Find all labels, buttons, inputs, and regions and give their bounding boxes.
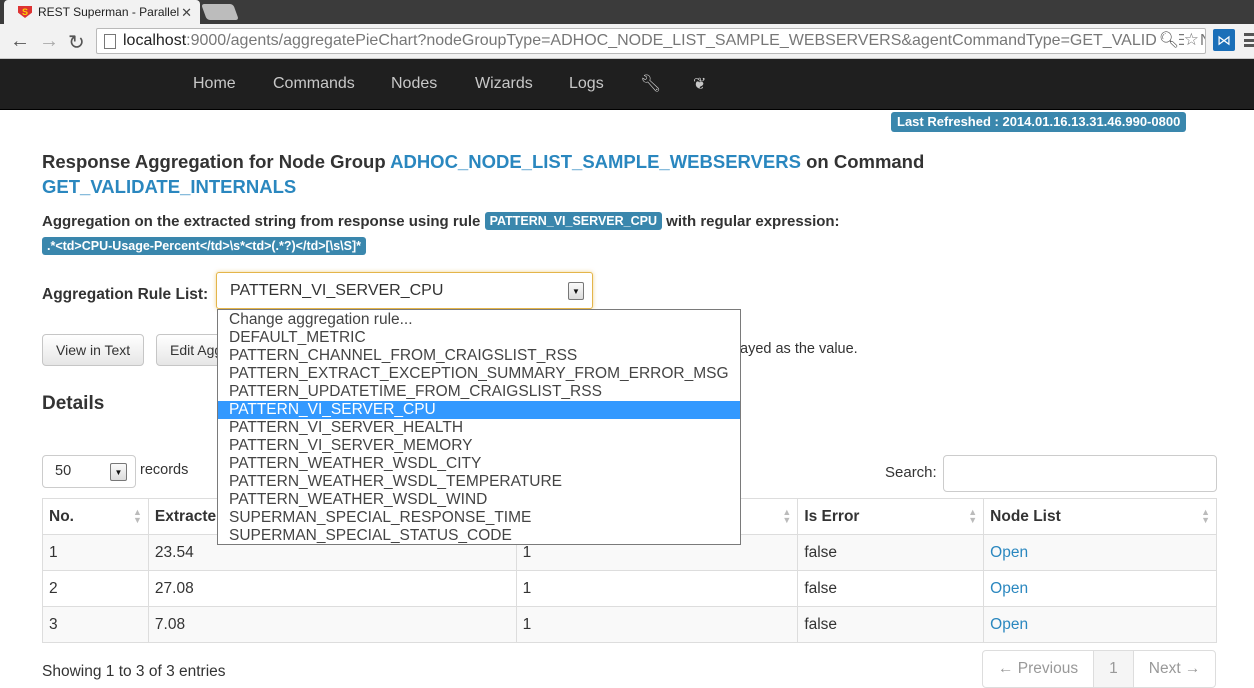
cell-is-error: false	[797, 606, 985, 643]
leaf-icon[interactable]: ❦	[693, 74, 706, 94]
sort-icon[interactable]: ▲▼	[133, 508, 142, 525]
select-arrow-icon[interactable]: ▼	[568, 282, 584, 300]
rule-list-selected-value: PATTERN_VI_SERVER_CPU	[230, 282, 444, 299]
rule-suffix: with regular expression:	[666, 213, 840, 230]
url-host: localhost	[123, 32, 187, 49]
bookmark-star-icon[interactable]: ☆	[1183, 30, 1199, 50]
rule-option[interactable]: PATTERN_WEATHER_WSDL_WIND	[218, 491, 740, 509]
records-per-page-select[interactable]: 50 ▼	[42, 455, 136, 488]
nav-commands[interactable]: Commands	[273, 75, 355, 93]
url-path: :9000/agents/aggregatePieChart?nodeGroup…	[186, 32, 1206, 49]
browser-tab-bar: S REST Superman - Parallel ✕	[0, 0, 1254, 24]
tab-title: REST Superman - Parallel	[38, 5, 180, 19]
tab-close-icon[interactable]: ✕	[181, 5, 192, 21]
view-in-text-button[interactable]: View in Text	[42, 334, 145, 366]
nav-wizards[interactable]: Wizards	[475, 75, 533, 93]
rule-option[interactable]: PATTERN_VI_SERVER_MEMORY	[218, 437, 740, 455]
column-header-no[interactable]: No. ▲ ▼	[42, 498, 149, 535]
column-header-node-list[interactable]: Node List ▲ ▼	[983, 498, 1217, 535]
wrench-icon[interactable]: 🔧︎	[640, 74, 662, 94]
pagination: ← Previous 1 Next →	[982, 650, 1217, 688]
back-arrow-icon[interactable]: ←	[10, 30, 30, 53]
rule-option[interactable]: DEFAULT_METRIC	[218, 329, 740, 347]
nav-logs[interactable]: Logs	[569, 75, 604, 93]
table-row: 2 27.08 1 false Open	[42, 570, 1217, 607]
records-per-page-value: 50	[55, 463, 72, 479]
page-icon	[104, 34, 116, 49]
description-tail: ayed as the value.	[740, 341, 858, 357]
sort-icon[interactable]: ▲▼	[782, 508, 791, 525]
page-number-button[interactable]: 1	[1094, 651, 1134, 687]
rule-name-badge: PATTERN_VI_SERVER_CPU	[484, 212, 662, 230]
rule-description: Aggregation on the extracted string from…	[42, 212, 840, 230]
rule-option[interactable]: PATTERN_WEATHER_WSDL_CITY	[218, 455, 740, 473]
last-refreshed-badge: Last Refreshed : 2014.01.16.13.31.46.990…	[891, 112, 1187, 132]
title-prefix: Response Aggregation for Node Group	[42, 151, 391, 172]
new-tab-button[interactable]	[201, 4, 239, 20]
edit-aggregation-button[interactable]: Edit Agg	[156, 334, 226, 366]
browser-tab[interactable]: S REST Superman - Parallel ✕	[4, 0, 200, 24]
rule-list-select[interactable]: PATTERN_VI_SERVER_CPU ▼	[216, 272, 593, 309]
extension-icon[interactable]: ⋈	[1213, 29, 1235, 51]
rule-option[interactable]: SUPERMAN_SPECIAL_RESPONSE_TIME	[218, 509, 740, 527]
rule-prefix: Aggregation on the extracted string from…	[42, 213, 481, 230]
cell-extracted: 27.08	[147, 570, 517, 607]
rule-option[interactable]: Change aggregation rule...	[218, 311, 740, 329]
rule-list-label: Aggregation Rule List:	[42, 286, 209, 303]
rule-option[interactable]: PATTERN_EXTRACT_EXCEPTION_SUMMARY_FROM_E…	[218, 365, 740, 383]
rule-option[interactable]: PATTERN_CHANNEL_FROM_CRAIGSLIST_RSS	[218, 347, 740, 365]
cell-is-error: false	[797, 570, 985, 607]
rule-option[interactable]: PATTERN_WEATHER_WSDL_TEMPERATURE	[218, 473, 740, 491]
open-node-list-link[interactable]: Open	[983, 570, 1217, 607]
details-heading: Details	[42, 393, 105, 414]
nav-nodes[interactable]: Nodes	[391, 75, 437, 93]
table-row: 3 7.08 1 false Open	[42, 606, 1217, 643]
search-label: Search:	[885, 464, 937, 481]
column-header-is-error[interactable]: Is Error ▲ ▼	[797, 498, 985, 535]
rule-option[interactable]: PATTERN_VI_SERVER_HEALTH	[218, 419, 740, 437]
rule-option-highlighted[interactable]: PATTERN_VI_SERVER_CPU	[218, 401, 740, 419]
regex-badge: .*<td>CPU-Usage-Percent</td>\s*<td>(.*?)…	[42, 237, 366, 255]
cell-count: 1	[515, 606, 799, 643]
cell-no: 3	[42, 606, 149, 643]
title-middle: on Command	[800, 151, 925, 172]
command-link[interactable]: GET_VALIDATE_INTERNALS	[42, 176, 296, 197]
previous-page-button[interactable]: ← Previous	[983, 651, 1095, 687]
rule-option[interactable]: SUPERMAN_SPECIAL_STATUS_CODE	[218, 527, 740, 545]
rule-list-dropdown: Change aggregation rule... DEFAULT_METRI…	[217, 309, 741, 545]
page-title: Response Aggregation for Node Group ADHO…	[42, 149, 1042, 199]
node-group-link[interactable]: ADHOC_NODE_LIST_SAMPLE_WEBSERVERS	[390, 151, 801, 172]
cell-no: 1	[42, 534, 149, 571]
length-select-arrow-icon[interactable]: ▼	[110, 463, 127, 481]
open-node-list-link[interactable]: Open	[983, 534, 1217, 571]
browser-toolbar: ← → ↻ localhost:9000/agents/aggregatePie…	[0, 24, 1254, 59]
app-navbar: Home Commands Nodes Wizards Logs 🔧︎ ❦	[0, 59, 1254, 110]
next-page-button[interactable]: Next →	[1134, 651, 1216, 687]
forward-arrow-icon[interactable]: →	[39, 30, 59, 53]
entries-info: Showing 1 to 3 of 3 entries	[42, 663, 226, 680]
browser-menu-icon[interactable]	[1244, 33, 1254, 47]
zoom-icon[interactable]: 🔍︎	[1155, 30, 1179, 50]
search-input[interactable]	[943, 455, 1217, 492]
cell-is-error: false	[797, 534, 985, 571]
sort-icon[interactable]: ▲▼	[1201, 508, 1210, 525]
cell-extracted: 7.08	[147, 606, 517, 643]
sort-icon[interactable]: ▲▼	[968, 508, 977, 525]
open-node-list-link[interactable]: Open	[983, 606, 1217, 643]
nav-home[interactable]: Home	[193, 75, 236, 93]
rule-option[interactable]: PATTERN_UPDATETIME_FROM_CRAIGSLIST_RSS	[218, 383, 740, 401]
cell-no: 2	[42, 570, 149, 607]
superman-favicon-icon: S	[18, 6, 32, 18]
address-bar[interactable]: localhost:9000/agents/aggregatePieChart?…	[96, 28, 1206, 54]
cell-count: 1	[515, 570, 799, 607]
regex-container: .*<td>CPU-Usage-Percent</td>\s*<td>(.*?)…	[42, 237, 366, 256]
reload-icon[interactable]: ↻	[68, 30, 85, 55]
records-label: records	[140, 462, 189, 478]
